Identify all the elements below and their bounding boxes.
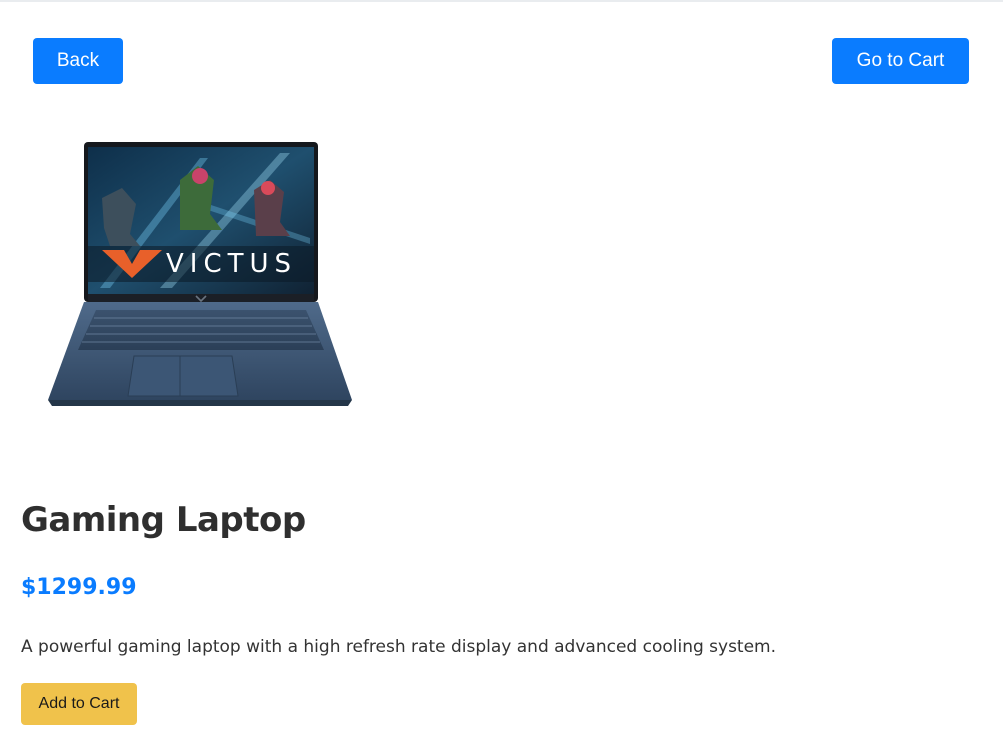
back-button[interactable]: Back [33,38,123,84]
go-to-cart-button[interactable]: Go to Cart [832,38,969,84]
victus-logo-text: VICTUS [166,249,297,279]
product-description: A powerful gaming laptop with a high ref… [21,637,777,657]
product-price: $1299.99 [21,575,137,600]
product-title: Gaming Laptop [21,500,306,540]
product-detail-page: Back Go to Cart VICTUS Gaming Laptop $12… [0,0,1003,747]
product-image: VICTUS [48,142,352,406]
add-to-cart-button[interactable]: Add to Cart [21,683,137,725]
